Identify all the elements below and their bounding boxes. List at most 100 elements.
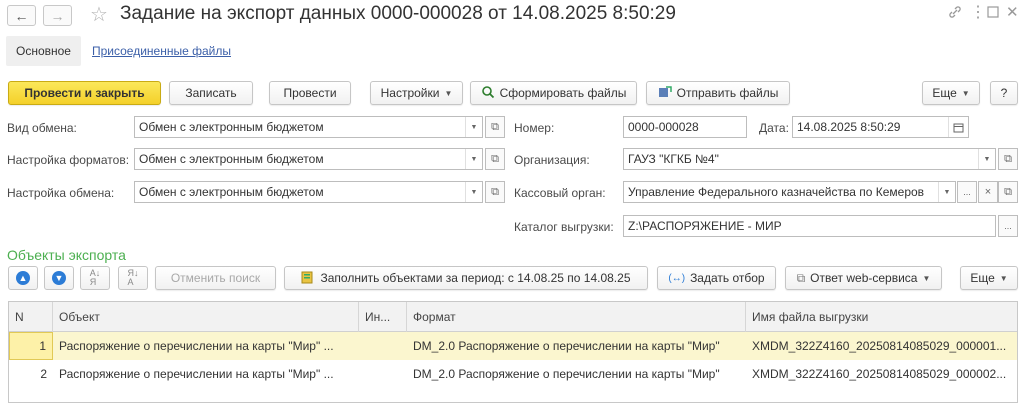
send-files-button[interactable]: Отправить файлы xyxy=(646,81,790,105)
section-title: Объекты экспорта xyxy=(7,247,126,263)
row-number: 1 xyxy=(9,332,53,360)
exchange-type-value: Обмен с электронным бюджетом xyxy=(139,120,324,134)
table-row[interactable]: 2 Распоряжение о перечислении на карты "… xyxy=(9,360,1017,388)
fill-icon xyxy=(301,270,315,287)
organization-field[interactable]: ГАУЗ "КГКБ №4" ▼ xyxy=(623,148,996,170)
set-filter-label: Задать отбор xyxy=(690,271,765,285)
browse-button[interactable]: ... xyxy=(998,215,1018,237)
date-label: Дата: xyxy=(759,121,789,135)
row-number: 2 xyxy=(40,367,47,381)
treasury-value: Управление Федерального казначейства по … xyxy=(628,185,925,199)
number-label: Номер: xyxy=(514,121,555,135)
star-icon[interactable]: ☆ xyxy=(90,2,108,27)
save-button[interactable]: Записать xyxy=(169,81,253,105)
column-header[interactable]: N xyxy=(9,302,53,332)
object-cell: Распоряжение о перечислении на карты "Ми… xyxy=(59,339,334,353)
column-header[interactable]: Формат xyxy=(407,302,746,332)
dropdown-arrow-icon[interactable]: ▼ xyxy=(465,149,482,169)
send-icon xyxy=(658,85,672,102)
clear-icon[interactable]: × xyxy=(978,181,998,203)
tab-attached-files[interactable]: Присоединенные файлы xyxy=(92,44,231,58)
calendar-icon[interactable] xyxy=(948,117,968,137)
exchange-type-label: Вид обмена: xyxy=(7,121,77,135)
copy-icon: ⧉ xyxy=(796,270,806,285)
back-button[interactable]: ← xyxy=(7,5,36,26)
arrow-down-icon: ▼ xyxy=(52,271,66,285)
column-header[interactable]: Ин... xyxy=(359,302,407,332)
more-dropdown[interactable]: Еще ▼ xyxy=(922,81,980,105)
column-header[interactable]: Объект xyxy=(53,302,359,332)
open-icon[interactable]: ⧉ xyxy=(998,181,1018,203)
web-response-dropdown[interactable]: ⧉ Ответ web-сервиса ▼ xyxy=(785,266,942,290)
objects-table[interactable]: N Объект Ин... Формат Имя файла выгрузки… xyxy=(8,301,1018,403)
dropdown-arrow-icon[interactable]: ▼ xyxy=(465,182,482,202)
column-header[interactable]: Имя файла выгрузки xyxy=(746,302,1017,332)
table-row[interactable]: 1 Распоряжение о перечислении на карты "… xyxy=(9,332,1017,360)
more-label: Еще xyxy=(932,86,957,100)
dropdown-arrow-icon[interactable]: ▼ xyxy=(978,149,995,169)
sort-desc-button[interactable]: Я↓ А xyxy=(118,266,148,290)
dropdown-arrow-icon[interactable]: ▼ xyxy=(465,117,482,137)
forward-button[interactable]: → xyxy=(43,5,72,26)
send-files-label: Отправить файлы xyxy=(676,86,779,100)
settings-dropdown[interactable]: Настройки ▼ xyxy=(370,81,463,105)
web-response-label: Ответ web-сервиса xyxy=(810,271,918,285)
number-value: 0000-000028 xyxy=(628,120,699,134)
format-cell: DM_2.0 Распоряжение о перечислении на ка… xyxy=(413,339,720,353)
sort-asc-button[interactable]: А↓ Я xyxy=(80,266,110,290)
post-button[interactable]: Провести xyxy=(269,81,351,105)
move-down-button[interactable]: ▼ xyxy=(44,266,74,290)
window-title: Задание на экспорт данных 0000-000028 от… xyxy=(120,3,676,24)
open-icon[interactable]: ⧉ xyxy=(485,181,505,203)
number-field[interactable]: 0000-000028 xyxy=(623,116,747,138)
filter-icon: (↔) xyxy=(668,272,686,284)
in-cell xyxy=(359,360,407,388)
export-dir-value: Z:\РАСПОРЯЖЕНИЕ - МИР xyxy=(628,219,782,233)
treasury-field[interactable]: Управление Федерального казначейства по … xyxy=(623,181,956,203)
close-icon[interactable]: ✕ xyxy=(1006,3,1019,21)
chevron-down-icon: ▼ xyxy=(444,88,453,98)
select-button[interactable]: ... xyxy=(957,181,977,203)
chevron-down-icon: ▼ xyxy=(922,273,931,283)
open-icon[interactable]: ⧉ xyxy=(485,148,505,170)
tab-main[interactable]: Основное xyxy=(6,36,81,66)
set-filter-button[interactable]: (↔) Задать отбор xyxy=(657,266,776,290)
link-icon[interactable] xyxy=(948,5,962,22)
file-cell: XMDM_322Z4160_20250814085029_000002... xyxy=(752,367,1007,381)
format-cell: DM_2.0 Распоряжение о перечислении на ка… xyxy=(413,367,720,381)
dropdown-arrow-icon[interactable]: ▼ xyxy=(938,182,955,202)
file-cell: XMDM_322Z4160_20250814085029_000001... xyxy=(752,339,1007,353)
format-settings-value: Обмен с электронным бюджетом xyxy=(139,152,324,166)
organization-label: Организация: xyxy=(514,153,590,167)
sort-desc-icon: Я↓ А xyxy=(127,268,139,287)
exchange-settings-value: Обмен с электронным бюджетом xyxy=(139,185,324,199)
grid-more-label: Еще xyxy=(970,271,995,285)
exchange-settings-label: Настройка обмена: xyxy=(7,186,115,200)
treasury-label: Кассовый орган: xyxy=(514,186,606,200)
post-and-close-button[interactable]: Провести и закрыть xyxy=(8,81,161,105)
arrow-up-icon: ▲ xyxy=(16,271,30,285)
chevron-down-icon: ▼ xyxy=(999,273,1008,283)
date-field[interactable]: 14.08.2025 8:50:29 xyxy=(792,116,969,138)
move-up-button[interactable]: ▲ xyxy=(8,266,38,290)
generate-files-label: Сформировать файлы xyxy=(499,86,627,100)
maximize-icon[interactable] xyxy=(987,5,999,21)
export-dir-field[interactable]: Z:\РАСПОРЯЖЕНИЕ - МИР xyxy=(623,215,996,237)
exchange-settings-field[interactable]: Обмен с электронным бюджетом ▼ xyxy=(134,181,483,203)
open-icon[interactable]: ⧉ xyxy=(485,116,505,138)
exchange-type-field[interactable]: Обмен с электронным бюджетом ▼ xyxy=(134,116,483,138)
grid-more-dropdown[interactable]: Еще ▼ xyxy=(960,266,1018,290)
fill-period-button[interactable]: Заполнить объектами за период: с 14.08.2… xyxy=(284,266,648,290)
more-vertical-icon[interactable]: ⋮ xyxy=(970,2,986,22)
in-cell xyxy=(359,332,407,360)
help-button[interactable]: ? xyxy=(990,81,1018,105)
table-header: N Объект Ин... Формат Имя файла выгрузки xyxy=(9,302,1017,332)
cancel-search-button[interactable]: Отменить поиск xyxy=(155,266,276,290)
settings-label: Настройки xyxy=(380,86,440,100)
open-icon[interactable]: ⧉ xyxy=(998,148,1018,170)
arrow-right-icon: → xyxy=(50,7,65,24)
format-settings-label: Настройка форматов: xyxy=(7,153,130,167)
format-settings-field[interactable]: Обмен с электронным бюджетом ▼ xyxy=(134,148,483,170)
object-cell: Распоряжение о перечислении на карты "Ми… xyxy=(59,367,334,381)
generate-files-button[interactable]: Сформировать файлы xyxy=(470,81,637,105)
